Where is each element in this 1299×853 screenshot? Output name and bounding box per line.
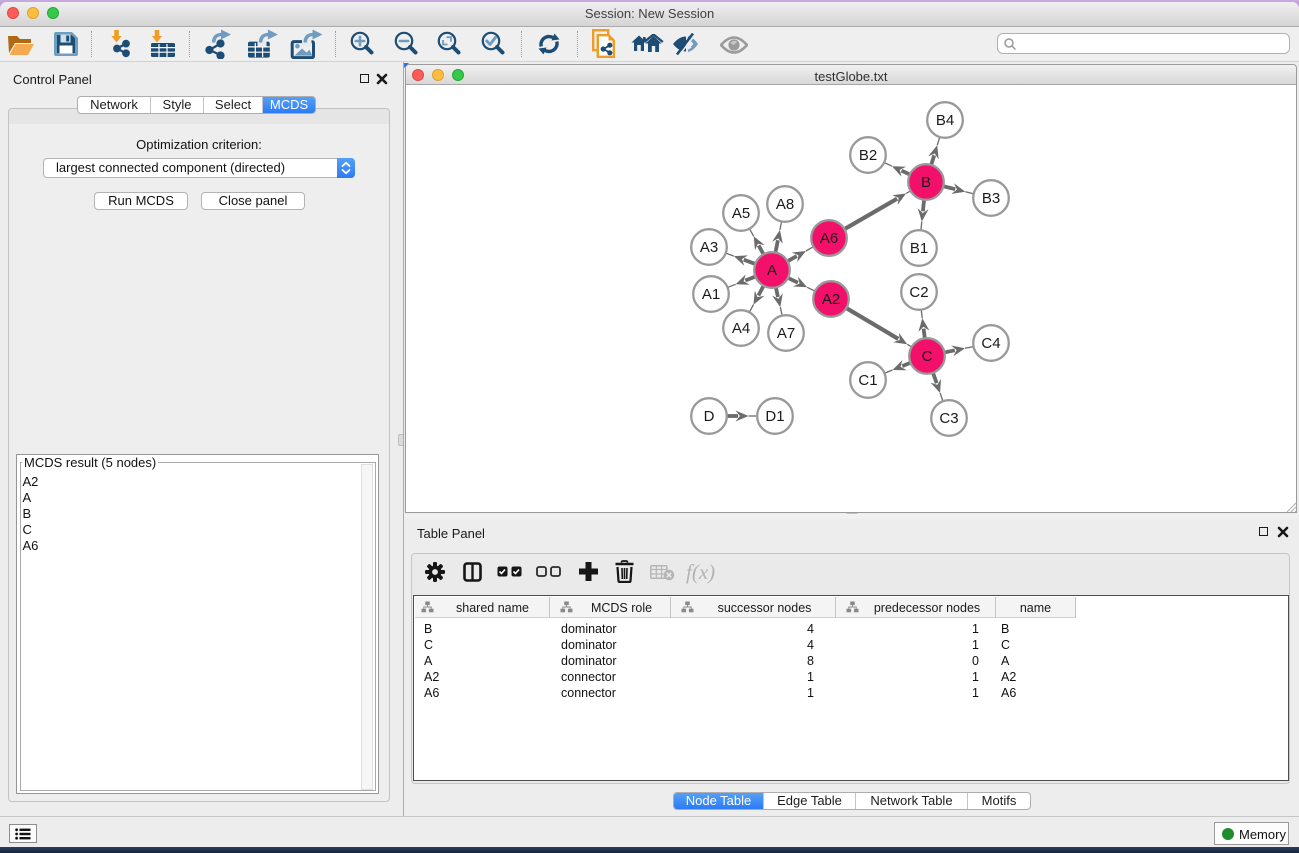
svg-text:A2: A2 [822,291,840,308]
svg-text:A3: A3 [700,239,718,256]
svg-text:C3: C3 [939,410,958,427]
svg-text:D: D [704,408,715,425]
svg-text:A: A [767,262,777,279]
svg-text:A8: A8 [776,196,794,213]
svg-text:B2: B2 [859,147,877,164]
svg-text:C4: C4 [981,335,1000,352]
svg-text:A6: A6 [820,230,838,247]
svg-text:B4: B4 [936,112,954,129]
svg-text:A7: A7 [777,325,795,342]
svg-text:A5: A5 [732,205,750,222]
svg-text:A1: A1 [702,286,720,303]
svg-text:B3: B3 [982,190,1000,207]
svg-text:C: C [922,348,933,365]
svg-text:C1: C1 [858,372,877,389]
svg-text:B: B [921,174,931,191]
svg-text:D1: D1 [765,408,784,425]
svg-text:A4: A4 [732,320,750,337]
svg-text:B1: B1 [910,240,928,257]
svg-text:C2: C2 [909,284,928,301]
